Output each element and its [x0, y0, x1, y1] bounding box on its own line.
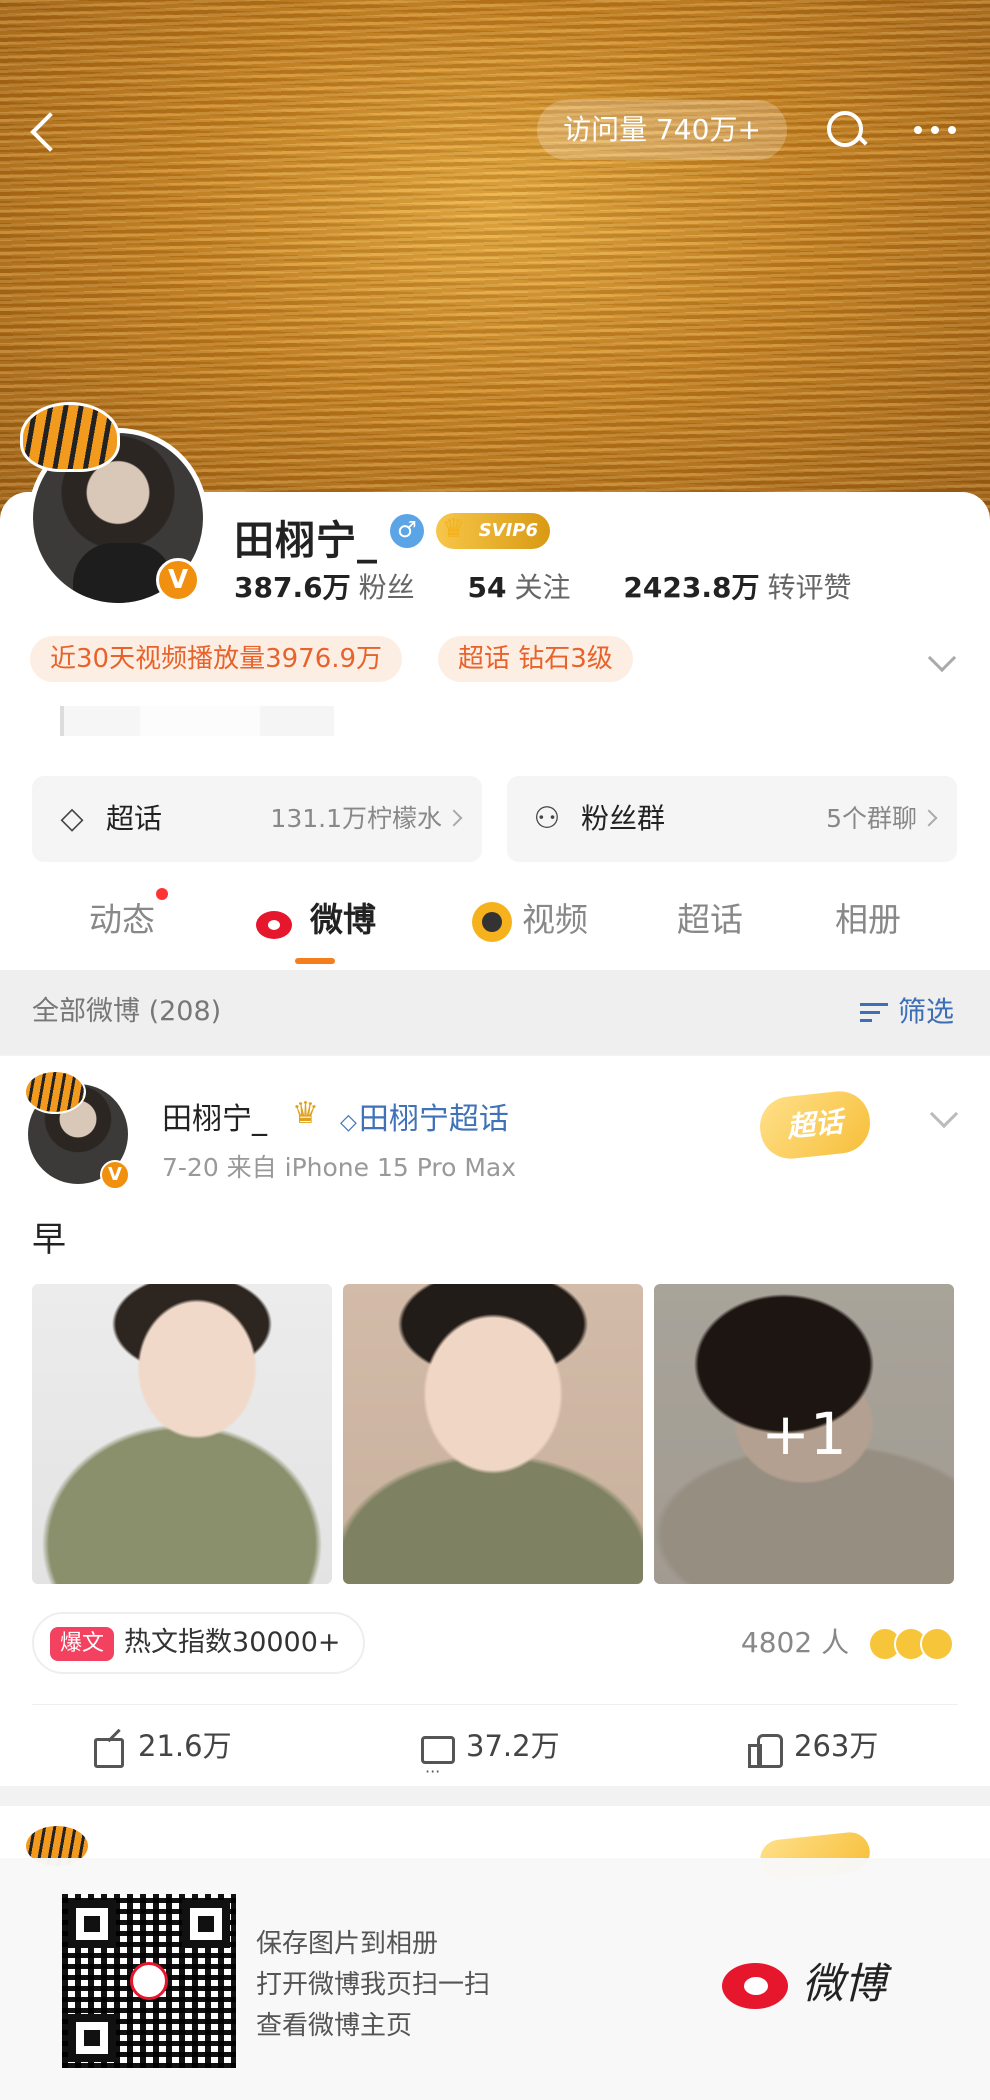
male-icon: ♂ — [390, 514, 424, 548]
qr-finder — [68, 1900, 116, 1948]
search-icon[interactable] — [815, 100, 875, 160]
qr-code — [62, 1894, 236, 2068]
post-photo-2[interactable] — [343, 1284, 643, 1584]
post-topic-link[interactable]: ◇田栩宁超话 — [340, 1094, 509, 1138]
blurred-bio — [60, 706, 334, 736]
verified-badge-icon: V — [100, 1160, 130, 1190]
profile-stats: 387.6万 粉丝 54 关注 2423.8万 转评赞 — [234, 566, 895, 606]
video-play-count-tag[interactable]: 近30天视频播放量3976.9万 — [30, 636, 403, 682]
emoji-surprise-icon — [920, 1627, 954, 1661]
stat-interactions[interactable]: 2423.8万 转评赞 — [623, 566, 851, 606]
top-bar: 访问量 740万+ — [0, 90, 990, 170]
profile-tabs: 动态 微博 视频 超话 相册 — [0, 872, 990, 968]
tab-album[interactable]: 相册 — [818, 872, 918, 968]
post-text: 早 — [32, 1220, 66, 1260]
divider — [32, 1704, 958, 1705]
verified-badge-icon: V — [156, 558, 200, 602]
crown-icon: ♛ — [292, 1096, 319, 1131]
diamond-icon: ◇ — [60, 801, 84, 836]
group-icon: ⚇ — [533, 801, 561, 836]
qr-instructions: 保存图片到相册 打开微博我页扫一扫 查看微博主页 — [256, 1929, 491, 2041]
share-qr-overlay: 保存图片到相册 打开微博我页扫一扫 查看微博主页 微博 — [0, 1858, 990, 2100]
super-topic-stamp: 超话 — [757, 1088, 873, 1162]
more-photos-overlay: +1 — [654, 1284, 954, 1584]
post-count: 全部微博 (208) — [32, 996, 222, 1027]
post-card: V 田栩宁_ ♛ ◇田栩宁超话 超话 7-20 来自 iPhone 15 Pro… — [0, 1056, 990, 1812]
qr-finder — [182, 1900, 230, 1948]
unread-dot — [156, 888, 168, 900]
super-topic-entry[interactable]: ◇ 超话 131.1万柠檬水 — [32, 776, 482, 862]
stat-following[interactable]: 54 关注 — [468, 566, 571, 606]
reaction-summary[interactable]: 4802 人 — [741, 1620, 954, 1666]
tiger-pendant-icon — [20, 402, 120, 472]
like-button[interactable]: 263万 — [748, 1706, 878, 1786]
chevron-down-icon[interactable] — [929, 1099, 959, 1129]
repost-button[interactable]: 21.6万 — [92, 1706, 232, 1786]
burst-badge: 爆文 — [50, 1626, 115, 1661]
tab-super-topic[interactable]: 超话 — [660, 872, 760, 968]
hot-post-pill[interactable]: 爆文 热文指数30000+ — [32, 1612, 365, 1674]
fan-group-entry[interactable]: ⚇ 粉丝群 5个群聊 — [507, 776, 957, 862]
comment-icon — [420, 1732, 455, 1812]
chevron-right-icon — [920, 809, 938, 827]
more-dots-icon[interactable] — [900, 100, 970, 160]
chevron-right-icon — [445, 809, 463, 827]
svip-badge[interactable]: SVIP6 — [436, 511, 550, 549]
post-author[interactable]: 田栩宁_ — [162, 1094, 267, 1138]
tab-activity[interactable]: 动态 — [60, 872, 184, 968]
weibo-logo-icon — [130, 1962, 168, 2000]
weibo-logo-icon — [722, 1951, 796, 2011]
tab-weibo[interactable]: 微博 — [240, 872, 390, 968]
visit-count-pill[interactable]: 访问量 740万+ — [537, 100, 787, 160]
profile-name: 田栩宁_ — [234, 518, 378, 564]
share-icon — [92, 1732, 124, 1768]
post-avatar[interactable]: V — [24, 1070, 132, 1190]
weibo-brand: 微博 — [722, 1950, 886, 2020]
stat-followers[interactable]: 387.6万 粉丝 — [234, 566, 415, 606]
tiger-pendant-icon — [24, 1070, 86, 1114]
filter-icon — [859, 1001, 890, 1025]
video-icon — [472, 901, 512, 942]
tab-video[interactable]: 视频 — [460, 872, 600, 968]
active-tab-indicator — [295, 958, 335, 964]
weibo-logo-icon — [254, 903, 300, 941]
diamond-icon: ◇ — [340, 1110, 357, 1135]
qr-finder — [68, 2014, 116, 2062]
thumbs-up-icon — [748, 1732, 783, 1768]
post-meta: 7-20 来自 iPhone 15 Pro Max — [162, 1153, 517, 1182]
comment-button[interactable]: 37.2万 — [420, 1706, 560, 1812]
feed-filter-bar: 全部微博 (208) 筛选 — [0, 970, 990, 1054]
post-photo-3[interactable]: +1 — [654, 1284, 954, 1584]
super-topic-level-tag[interactable]: 超话 钻石3级 — [438, 636, 633, 682]
filter-button[interactable]: 筛选 — [859, 970, 954, 1054]
post-photo-1[interactable] — [32, 1284, 332, 1584]
profile-avatar[interactable]: V — [20, 402, 208, 608]
back-arrow-icon[interactable] — [22, 100, 82, 160]
